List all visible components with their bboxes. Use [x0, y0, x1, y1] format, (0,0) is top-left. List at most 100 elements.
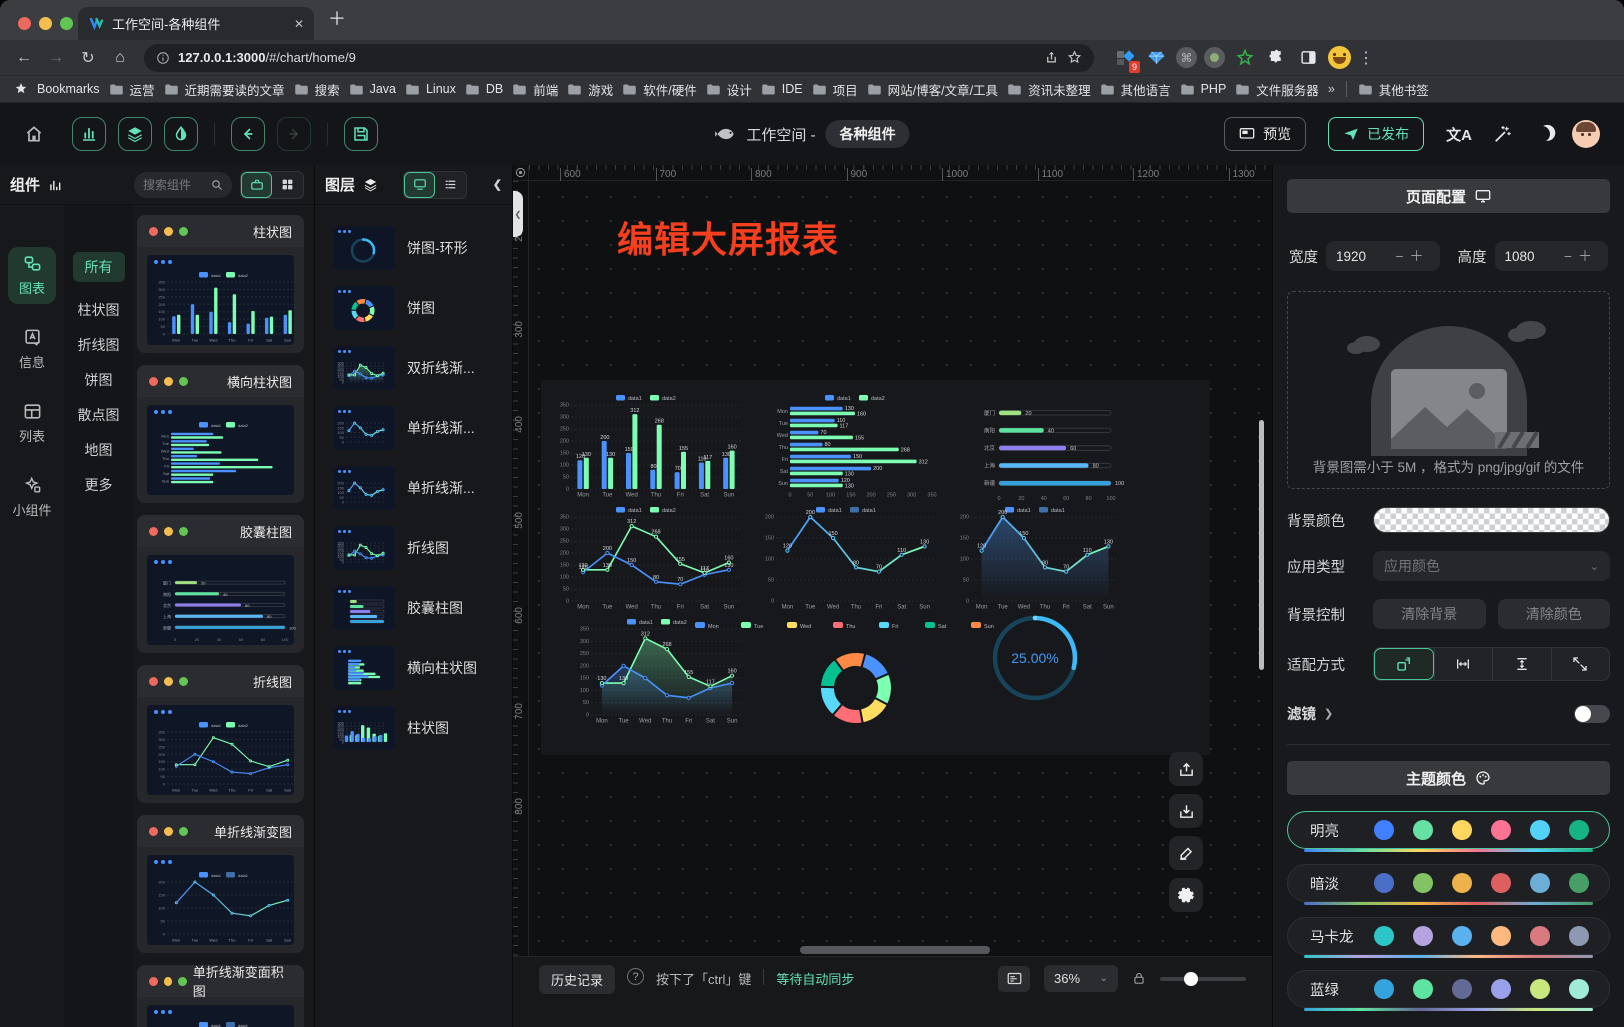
theme-color-dot[interactable]	[1374, 820, 1394, 840]
category-item[interactable]: 更多	[85, 467, 113, 502]
thumbnail-view-toggle[interactable]	[404, 172, 435, 198]
canvas-gradarea-chart[interactable]: data1data1050100150200MonTueWedThuFriSat…	[955, 504, 1123, 610]
bookmark-folder[interactable]: 其他语言	[1100, 80, 1171, 99]
theme-color-dot[interactable]	[1491, 926, 1511, 946]
publish-button[interactable]: 已发布	[1328, 117, 1424, 151]
extension-icon[interactable]: 9	[1112, 45, 1137, 70]
theme-color-dot[interactable]	[1530, 926, 1550, 946]
bg-color-swatch[interactable]	[1373, 507, 1610, 533]
theme-color-header[interactable]: 主题颜色	[1287, 761, 1610, 795]
category-item[interactable]: 地图	[85, 432, 113, 467]
width-stepper[interactable]: 1920−＋	[1326, 241, 1440, 271]
component-card[interactable]: 横向柱状图 data1data2MonTueWedThuFriSatSun	[137, 365, 304, 503]
zoom-slider-knob[interactable]	[1184, 972, 1198, 986]
fit-stretch-button[interactable]	[1551, 648, 1610, 680]
preview-button[interactable]: 预览	[1224, 117, 1306, 151]
bookmark-folder[interactable]: 网站/博客/文章/工具	[867, 80, 998, 99]
bookmark-folder[interactable]: 游戏	[567, 80, 613, 99]
close-window-button[interactable]	[18, 17, 31, 30]
panel-collapse-handle[interactable]: ❮	[513, 191, 523, 237]
fit-scale-button[interactable]	[1374, 648, 1434, 680]
rail-tab-2[interactable]: 列表	[8, 395, 56, 452]
layer-item[interactable]: 050100150200250300350 双折线渐...	[333, 345, 498, 391]
tab-close-icon[interactable]: ✕	[294, 17, 304, 31]
category-item[interactable]: 饼图	[85, 362, 113, 397]
clear-color-button[interactable]: 清除颜色	[1498, 599, 1611, 629]
magic-wand-icon[interactable]	[1494, 125, 1512, 143]
window-controls[interactable]	[18, 17, 73, 30]
theme-color-dot[interactable]	[1569, 873, 1589, 893]
redo-button[interactable]	[277, 117, 311, 151]
stepper-buttons[interactable]: −＋	[1395, 246, 1429, 266]
collapse-panel-icon[interactable]: ❮	[493, 178, 502, 191]
back-icon[interactable]: ←	[10, 44, 38, 72]
search-input[interactable]: 搜索组件	[134, 172, 232, 198]
clear-background-button[interactable]: 清除背景	[1373, 599, 1486, 629]
bookmarks-overflow[interactable]: »	[1328, 82, 1335, 96]
dashboard-panel[interactable]: data1data2050100150200250300350MonTueWed…	[541, 380, 1210, 755]
forward-icon[interactable]: →	[42, 44, 70, 72]
component-card[interactable]: 单折线渐变面积图 data1data1050100150200MonTueWed…	[137, 965, 304, 1027]
bookmark-star-icon[interactable]	[1067, 50, 1082, 65]
layer-item[interactable]: 横向柱状图	[333, 645, 498, 691]
canvas-horizontal-scrollbar[interactable]	[800, 946, 990, 954]
component-card[interactable]: 折线图 data1data2050100150200250300350MonTu…	[137, 665, 304, 803]
bookmark-folder[interactable]: 项目	[812, 80, 858, 99]
category-all[interactable]: 所有	[73, 252, 125, 282]
reading-mode-icon[interactable]	[1296, 45, 1321, 70]
bookmark-folder[interactable]: Java	[349, 82, 396, 96]
history-button[interactable]: 历史记录	[539, 965, 615, 994]
layers-toggle-button[interactable]	[118, 117, 152, 151]
rail-tab-0[interactable]: 图表	[8, 247, 56, 304]
edit-button[interactable]	[1169, 836, 1203, 870]
theme-color-dot[interactable]	[1491, 873, 1511, 893]
canvas-bar-chart[interactable]: data1data2050100150200250300350MonTueWed…	[555, 392, 745, 498]
chevron-right-icon[interactable]: ❯	[1324, 707, 1333, 720]
theme-color-dot[interactable]	[1374, 873, 1394, 893]
theme-color-dot[interactable]	[1569, 926, 1589, 946]
layer-item[interactable]: 饼图	[333, 285, 498, 331]
command-extension-icon[interactable]: ⌘	[1176, 47, 1197, 68]
layer-item[interactable]: 050100150200250300350 柱状图	[333, 705, 498, 751]
height-stepper[interactable]: 1080−＋	[1495, 241, 1609, 271]
category-item[interactable]: 折线图	[78, 327, 120, 362]
theme-color-dot[interactable]	[1491, 979, 1511, 999]
theme-color-dot[interactable]	[1530, 820, 1550, 840]
theme-row-明亮[interactable]: 明亮	[1287, 811, 1610, 849]
theme-color-dot[interactable]	[1491, 820, 1511, 840]
theme-color-dot[interactable]	[1452, 873, 1472, 893]
category-item[interactable]: 散点图	[78, 397, 120, 432]
canvas-gauge-chart[interactable]: 25.00%	[985, 608, 1085, 708]
star-extension-icon[interactable]	[1232, 45, 1257, 70]
dot-extension-icon[interactable]	[1204, 47, 1225, 68]
theme-color-dot[interactable]	[1413, 873, 1433, 893]
single-view-toggle[interactable]	[241, 172, 272, 198]
bookmark-folder[interactable]: 搜索	[294, 80, 340, 99]
site-info-icon[interactable]	[156, 51, 170, 65]
bookmark-folder[interactable]: 运营	[109, 80, 155, 99]
theme-color-dot[interactable]	[1569, 820, 1589, 840]
bookmark-folder[interactable]: DB	[465, 82, 503, 96]
bookmarks-label[interactable]: Bookmarks	[37, 82, 100, 96]
new-tab-button[interactable]: ＋	[328, 10, 346, 28]
project-name-badge[interactable]: 各种组件	[826, 120, 910, 148]
theme-color-dot[interactable]	[1530, 873, 1550, 893]
layer-item[interactable]: 050100150200250300350 折线图	[333, 525, 498, 571]
puzzle-extension-icon[interactable]	[1264, 45, 1289, 70]
app-type-select[interactable]: 应用颜色 ⌄	[1373, 551, 1610, 581]
stepper-buttons[interactable]: −＋	[1564, 246, 1598, 266]
settings-gear-icon[interactable]	[1169, 878, 1203, 912]
bookmark-folder[interactable]: 设计	[706, 80, 752, 99]
user-avatar[interactable]	[1572, 120, 1600, 148]
menu-kebab-icon[interactable]: ⋮	[1358, 44, 1374, 72]
bookmark-folder[interactable]: 前端	[512, 80, 558, 99]
save-button[interactable]	[344, 117, 378, 151]
category-item[interactable]: 柱状图	[78, 292, 120, 327]
translate-icon[interactable]: 文A	[1446, 124, 1472, 145]
theme-color-dot[interactable]	[1452, 979, 1472, 999]
theme-color-dot[interactable]	[1374, 926, 1394, 946]
zoom-slider[interactable]	[1160, 977, 1246, 981]
bookmark-folder[interactable]: 软件/硬件	[622, 80, 696, 99]
rail-tab-3[interactable]: 小组件	[8, 469, 56, 526]
other-bookmarks-folder[interactable]: 其他书签	[1358, 80, 1429, 99]
